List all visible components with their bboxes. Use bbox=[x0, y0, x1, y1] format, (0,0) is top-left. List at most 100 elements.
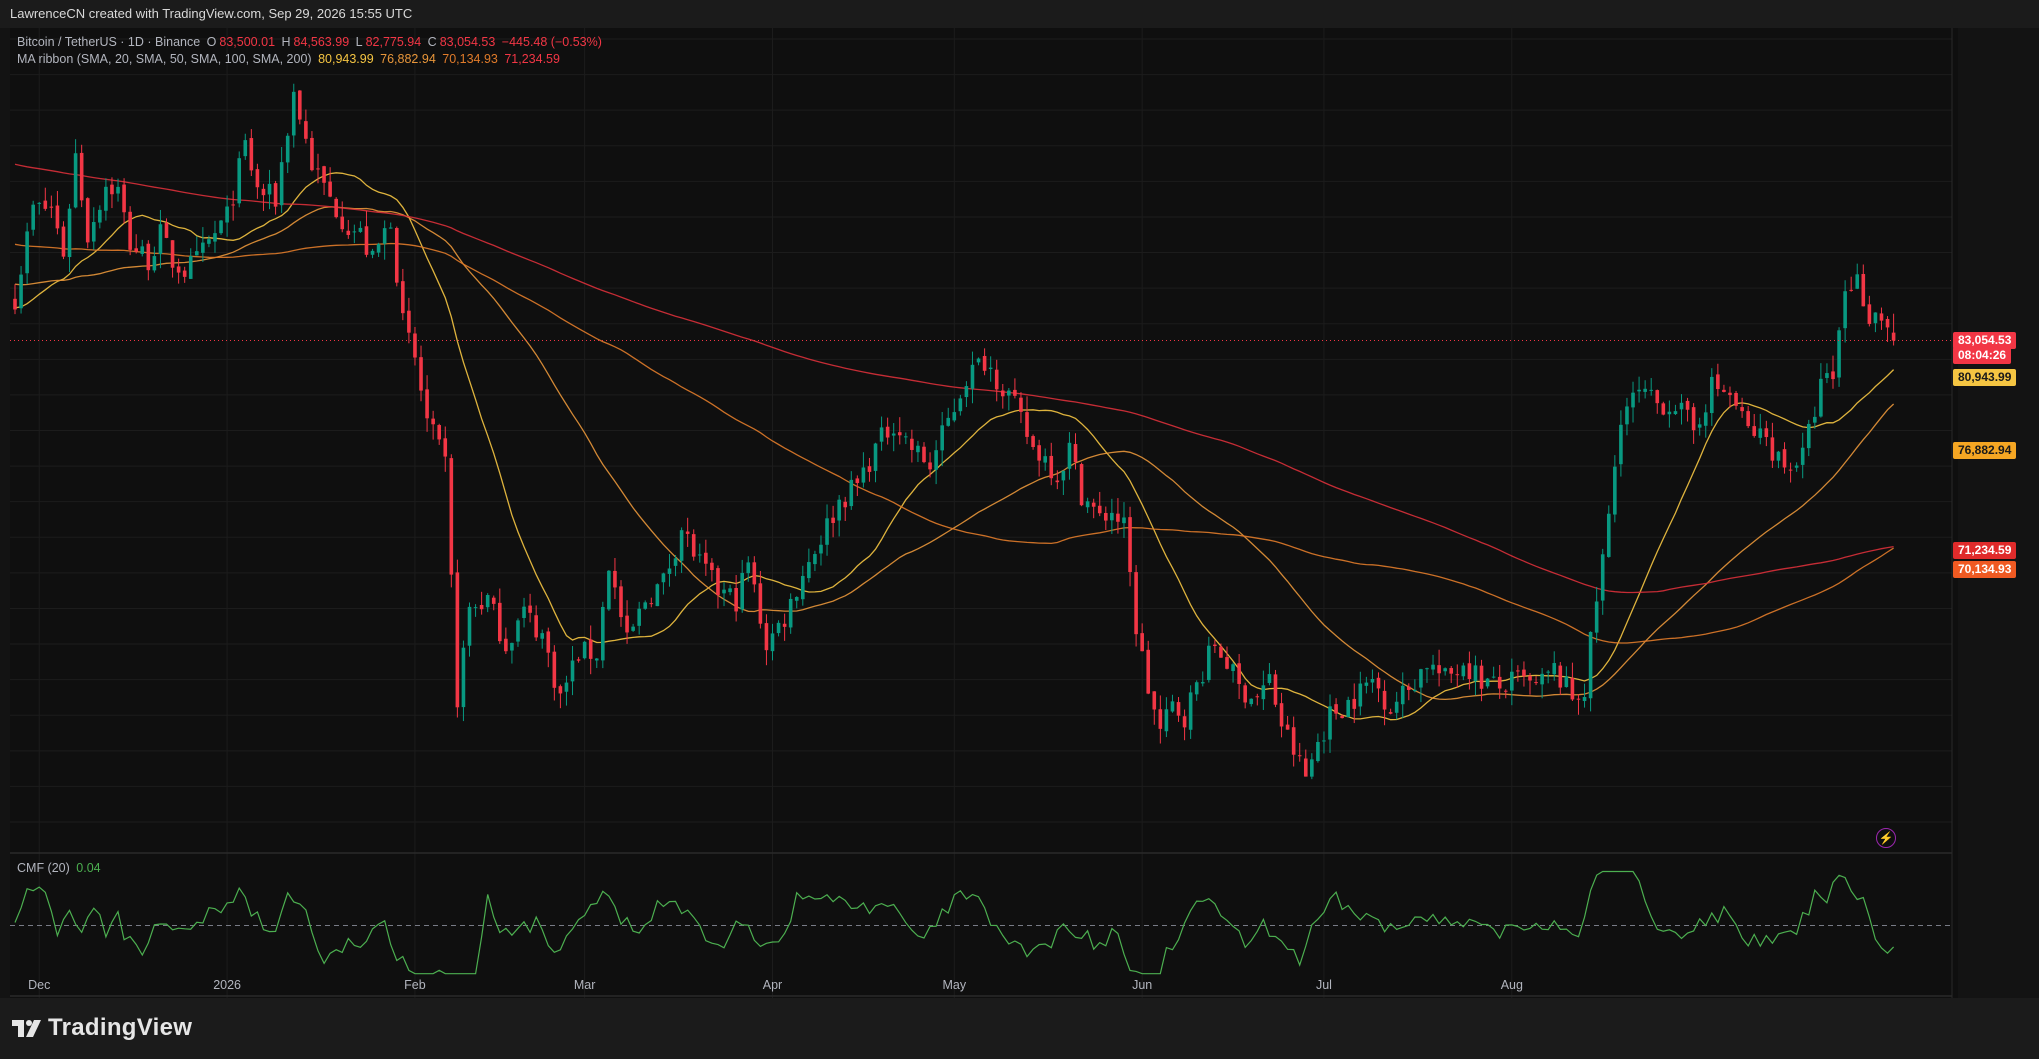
candle-body bbox=[1370, 679, 1375, 683]
candle-body bbox=[1443, 668, 1447, 672]
candle-body bbox=[1625, 406, 1629, 425]
close-label: C bbox=[427, 35, 437, 49]
candle-body bbox=[1025, 412, 1029, 437]
candle-body bbox=[134, 248, 138, 252]
candle-body bbox=[1310, 759, 1314, 777]
candle-body bbox=[861, 467, 866, 483]
candle-body bbox=[1667, 411, 1672, 415]
candle-body bbox=[831, 517, 835, 523]
candle-body bbox=[443, 438, 448, 457]
change-value: −445.48 (−0.53%) bbox=[501, 35, 602, 49]
candle-body bbox=[1637, 389, 1641, 392]
candle-body bbox=[1685, 400, 1690, 410]
candle-body bbox=[279, 162, 284, 206]
candle-body bbox=[1606, 513, 1611, 557]
candle-body bbox=[1128, 517, 1132, 572]
candle-body bbox=[1291, 727, 1296, 755]
candle-body bbox=[1576, 698, 1581, 700]
candle-body bbox=[243, 140, 248, 157]
candle-body bbox=[1303, 758, 1308, 777]
candle-body bbox=[1213, 644, 1217, 647]
ma-ribbon-legend: MA ribbon (SMA, 20, SMA, 50, SMA, 100, S… bbox=[17, 52, 563, 66]
candle-body bbox=[734, 587, 738, 612]
sma100-tag: 70,134.93 bbox=[1953, 561, 2017, 578]
sma50-tag: 76,882.94 bbox=[1953, 442, 2017, 459]
candle-body bbox=[940, 425, 944, 451]
x-tick-label: 2026 bbox=[213, 978, 241, 992]
candle-body bbox=[685, 531, 690, 534]
candle-body bbox=[1843, 291, 1847, 329]
candle-body bbox=[1219, 646, 1223, 658]
candle-body bbox=[504, 638, 508, 652]
candle-body bbox=[346, 230, 351, 235]
candle-body bbox=[1722, 389, 1726, 392]
candle-body bbox=[61, 226, 66, 257]
x-tick-label: Mar bbox=[574, 978, 596, 992]
candle-body bbox=[1358, 683, 1363, 707]
candle-body bbox=[1225, 657, 1229, 669]
candle-body bbox=[655, 584, 660, 607]
candle-body bbox=[1097, 505, 1102, 514]
candle-body bbox=[1491, 676, 1496, 678]
tradingview-logo[interactable]: TradingView bbox=[12, 1014, 192, 1042]
candle-body bbox=[716, 568, 720, 596]
candle-body bbox=[328, 181, 332, 197]
x-tick-label: Feb bbox=[404, 978, 426, 992]
candle-body bbox=[19, 274, 23, 309]
symbol-name: Bitcoin / TetherUS · 1D · Binance bbox=[17, 35, 201, 49]
candle-body bbox=[461, 647, 466, 708]
candle-body bbox=[382, 228, 387, 244]
candle-body bbox=[201, 242, 205, 253]
candle-body bbox=[1776, 451, 1781, 461]
candle-body bbox=[1788, 469, 1793, 471]
candle-body bbox=[885, 426, 890, 438]
candle-body bbox=[1800, 447, 1805, 465]
candle-body bbox=[1770, 437, 1775, 461]
candle-body bbox=[1255, 696, 1260, 698]
candle-body bbox=[1134, 572, 1138, 635]
candle-body bbox=[1000, 390, 1005, 397]
candle-body bbox=[1891, 332, 1896, 341]
candle-body bbox=[958, 398, 963, 412]
candle-body bbox=[1703, 412, 1708, 426]
candle-body bbox=[1007, 390, 1011, 396]
candle-body bbox=[1861, 274, 1866, 307]
candle-body bbox=[879, 427, 884, 442]
candle-body bbox=[1279, 703, 1284, 727]
candle-body bbox=[146, 243, 151, 271]
candle-body bbox=[510, 642, 514, 651]
candle-body bbox=[1152, 691, 1157, 710]
candle-body bbox=[782, 623, 787, 627]
candle-body bbox=[1352, 698, 1357, 709]
candle-body bbox=[1249, 698, 1254, 705]
candle-body bbox=[1382, 690, 1387, 710]
candle-body bbox=[928, 462, 932, 470]
chart-svg[interactable]: 100,000.0098,000.0096,000.0094,000.0092,… bbox=[10, 28, 1958, 998]
candle-body bbox=[1837, 330, 1841, 378]
candle-body bbox=[643, 602, 648, 609]
candle-body bbox=[188, 256, 193, 279]
lightning-icon[interactable]: ⚡ bbox=[1876, 828, 1896, 848]
candle-body bbox=[1485, 678, 1490, 687]
candle-body bbox=[1752, 426, 1757, 436]
candle-body bbox=[916, 445, 920, 453]
candle-body bbox=[1594, 601, 1599, 633]
cmf-label: CMF (20) bbox=[17, 861, 70, 875]
candle-body bbox=[449, 458, 454, 575]
candle-body bbox=[1013, 389, 1017, 396]
candle-body bbox=[746, 562, 751, 574]
candle-body bbox=[1419, 669, 1423, 688]
candle-body bbox=[1388, 712, 1393, 714]
candle-body bbox=[182, 270, 187, 277]
candle-body bbox=[691, 534, 696, 557]
candle-body bbox=[1267, 674, 1272, 683]
candle-body bbox=[613, 570, 617, 588]
candle-body bbox=[1473, 665, 1478, 682]
candle-body bbox=[255, 169, 260, 188]
candle-body bbox=[43, 200, 48, 209]
candle-body bbox=[697, 554, 702, 556]
candle-body bbox=[819, 544, 823, 554]
chart-area[interactable]: 100,000.0098,000.0096,000.0094,000.0092,… bbox=[10, 28, 1958, 998]
candle-body bbox=[31, 204, 35, 230]
candle-body bbox=[1661, 403, 1666, 415]
